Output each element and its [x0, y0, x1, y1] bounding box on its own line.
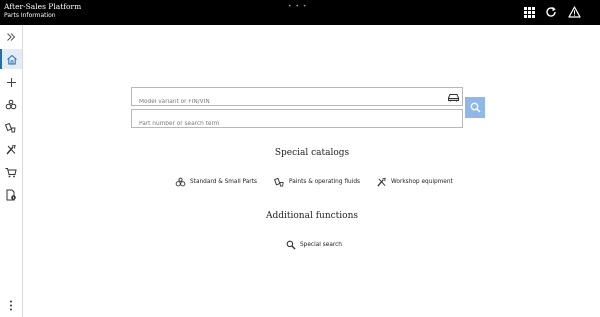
additional-functions-title: Additional functions — [265, 211, 358, 221]
standard-small-parts-link[interactable]: Standard & Small Parts — [175, 177, 257, 187]
car-icon[interactable] — [446, 90, 460, 103]
warning-icon[interactable] — [566, 4, 582, 20]
plus-icon[interactable] — [0, 72, 22, 92]
app-header: After-Sales Platform Parts Information •… — [0, 0, 600, 25]
expand-sidebar-icon[interactable] — [0, 27, 22, 47]
special-catalogs-title: Special catalogs — [274, 148, 350, 158]
paints-fluids-label: Paints & operating fluids — [289, 179, 361, 185]
part-search-input[interactable] — [132, 115, 432, 133]
app-title: After-Sales Platform — [4, 2, 82, 11]
refresh-icon[interactable] — [543, 4, 559, 20]
workshop-equipment-link[interactable]: Workshop equipment — [376, 177, 453, 187]
special-search-link[interactable]: Special search — [286, 240, 342, 250]
app-subtitle: Parts Information — [4, 12, 56, 19]
apps-grid-icon[interactable] — [521, 4, 537, 20]
part-search-field[interactable] — [131, 109, 463, 133]
document-info-icon[interactable] — [0, 185, 22, 205]
special-search-icon — [286, 240, 296, 250]
paint-bucket-icon — [274, 177, 284, 187]
vertical-dots-icon[interactable] — [0, 295, 22, 315]
workshop-equipment-label: Workshop equipment — [391, 179, 453, 185]
home-icon[interactable] — [0, 49, 22, 69]
standard-small-parts-label: Standard & Small Parts — [190, 179, 257, 185]
cart-icon[interactable] — [0, 162, 22, 182]
vin-search-field[interactable] — [131, 87, 463, 111]
search-icon — [470, 102, 480, 113]
special-search-label: Special search — [300, 242, 342, 248]
paint-bucket-icon[interactable] — [0, 117, 22, 137]
drag-handle-icon[interactable]: • • • — [288, 3, 307, 10]
search-button[interactable] — [465, 97, 485, 118]
gears-icon[interactable] — [0, 94, 22, 114]
paints-fluids-link[interactable]: Paints & operating fluids — [274, 177, 360, 187]
gears-icon — [175, 177, 186, 187]
vin-search-input[interactable] — [132, 93, 432, 111]
sidebar — [0, 25, 23, 317]
tools-icon — [377, 177, 386, 187]
